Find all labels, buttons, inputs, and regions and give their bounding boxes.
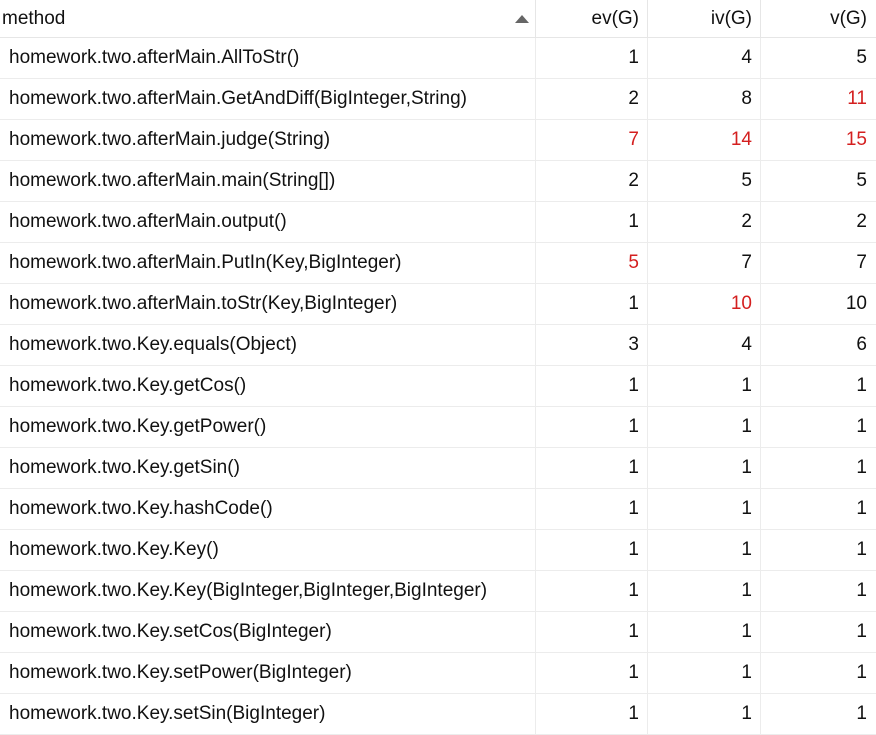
v-cell: 1 — [856, 662, 867, 683]
ev-cell: 3 — [536, 325, 648, 365]
table-row[interactable]: homework.two.afterMain.toStr(Key,BigInte… — [0, 284, 876, 325]
v-cell: 6 — [856, 334, 867, 355]
v-cell: 11 — [847, 88, 867, 109]
method-cell: homework.two.Key.Key() — [0, 530, 536, 570]
v-cell: 10 — [845, 293, 867, 314]
method-cell: homework.two.afterMain.judge(String) — [0, 120, 536, 160]
column-header-v[interactable]: v(G) — [761, 0, 876, 37]
table-body: homework.two.afterMain.AllToStr() 1 4 5 home… — [0, 38, 876, 735]
table-row[interactable]: homework.two.afterMain.AllToStr() 1 4 5 — [0, 38, 876, 79]
method-cell: homework.two.Key.Key(BigInteger,BigInteg… — [0, 571, 536, 611]
iv-cell: 14 — [648, 120, 761, 160]
v-cell: 1 — [856, 457, 867, 478]
v-cell: 5 — [856, 47, 867, 68]
ev-cell: 1 — [536, 366, 648, 406]
table-row[interactable]: homework.two.Key.getSin() 1 1 1 — [0, 448, 876, 489]
metrics-table: method ev(G) iv(G) v(G) homework.two.aft… — [0, 0, 876, 735]
iv-cell: 1 — [648, 366, 761, 406]
ev-cell: 1 — [536, 653, 648, 693]
v-cell: 1 — [856, 539, 867, 560]
table-row[interactable]: homework.two.Key.equals(Object) 3 4 6 — [0, 325, 876, 366]
method-cell: homework.two.Key.setCos(BigInteger) — [0, 612, 536, 652]
iv-cell: 1 — [648, 653, 761, 693]
method-cell: homework.two.Key.getCos() — [0, 366, 536, 406]
method-cell: homework.two.Key.hashCode() — [0, 489, 536, 529]
table-row[interactable]: homework.two.afterMain.main(String[]) 2 5 5 — [0, 161, 876, 202]
v-cell: 1 — [856, 375, 867, 396]
iv-cell: 1 — [648, 489, 761, 529]
v-cell: 1 — [856, 703, 867, 724]
v-cell: 1 — [856, 416, 867, 437]
ev-cell: 1 — [536, 489, 648, 529]
column-header-ev-label: ev(G) — [591, 7, 640, 29]
method-cell: homework.two.afterMain.toStr(Key,BigInte… — [0, 284, 536, 324]
sort-ascending-icon[interactable] — [515, 14, 529, 23]
column-header-method-label: method — [2, 7, 66, 29]
table-row[interactable]: homework.two.Key.Key() 1 1 1 — [0, 530, 876, 571]
iv-cell: 7 — [648, 243, 761, 283]
ev-cell: 5 — [536, 243, 648, 283]
table-row[interactable]: homework.two.Key.setPower(BigInteger) 1 1 1 — [0, 653, 876, 694]
iv-cell: 8 — [648, 79, 761, 119]
ev-cell: 2 — [536, 79, 648, 119]
ev-cell: 1 — [536, 407, 648, 447]
table-row[interactable]: homework.two.afterMain.GetAndDiff(BigInt… — [0, 79, 876, 120]
v-cell: 1 — [856, 621, 867, 642]
table-row[interactable]: homework.two.afterMain.output() 1 2 2 — [0, 202, 876, 243]
iv-cell: 5 — [648, 161, 761, 201]
v-cell: 1 — [856, 498, 867, 519]
ev-cell: 1 — [536, 612, 648, 652]
table-row[interactable]: homework.two.Key.setCos(BigInteger) 1 1 1 — [0, 612, 876, 653]
ev-cell: 1 — [536, 694, 648, 734]
column-header-method[interactable]: method — [0, 0, 536, 37]
ev-cell: 1 — [536, 284, 648, 324]
iv-cell: 1 — [648, 571, 761, 611]
method-cell: homework.two.afterMain.output() — [0, 202, 536, 242]
method-cell: homework.two.Key.getPower() — [0, 407, 536, 447]
method-cell: homework.two.afterMain.GetAndDiff(BigInt… — [0, 79, 536, 119]
method-cell: homework.two.afterMain.PutIn(Key,BigInte… — [0, 243, 536, 283]
column-header-iv-label: iv(G) — [710, 7, 752, 29]
ev-cell: 1 — [536, 202, 648, 242]
table-row[interactable]: homework.two.Key.hashCode() 1 1 1 — [0, 489, 876, 530]
table-header: method ev(G) iv(G) v(G) — [0, 0, 876, 38]
column-header-v-label: v(G) — [830, 7, 867, 29]
iv-cell: 10 — [648, 284, 761, 324]
ev-cell: 1 — [536, 530, 648, 570]
column-header-ev[interactable]: ev(G) — [536, 0, 648, 37]
method-cell: homework.two.Key.equals(Object) — [0, 325, 536, 365]
ev-cell: 1 — [536, 571, 648, 611]
v-cell: 2 — [856, 211, 867, 232]
ev-cell: 1 — [536, 38, 648, 78]
iv-cell: 1 — [648, 407, 761, 447]
table-row[interactable]: homework.two.afterMain.judge(String) 7 14 1… — [0, 120, 876, 161]
iv-cell: 1 — [648, 612, 761, 652]
column-header-iv[interactable]: iv(G) — [648, 0, 761, 37]
v-cell: 1 — [856, 580, 867, 601]
iv-cell: 1 — [648, 448, 761, 488]
method-cell: homework.two.Key.getSin() — [0, 448, 536, 488]
v-cell: 5 — [856, 170, 867, 191]
table-row[interactable]: homework.two.Key.getCos() 1 1 1 — [0, 366, 876, 407]
iv-cell: 2 — [648, 202, 761, 242]
table-row[interactable]: homework.two.afterMain.PutIn(Key,BigInte… — [0, 243, 876, 284]
iv-cell: 4 — [648, 325, 761, 365]
iv-cell: 1 — [648, 530, 761, 570]
table-row[interactable]: homework.two.Key.Key(BigInteger,BigInteg… — [0, 571, 876, 612]
method-cell: homework.two.afterMain.AllToStr() — [0, 38, 536, 78]
v-cell: 7 — [856, 252, 867, 273]
iv-cell: 1 — [648, 694, 761, 734]
table-row[interactable]: homework.two.Key.getPower() 1 1 1 — [0, 407, 876, 448]
ev-cell: 2 — [536, 161, 648, 201]
table-row[interactable]: homework.two.Key.setSin(BigInteger) 1 1 1 — [0, 694, 876, 735]
method-cell: homework.two.Key.setPower(BigInteger) — [0, 653, 536, 693]
v-cell: 15 — [845, 129, 867, 150]
ev-cell: 7 — [536, 120, 648, 160]
ev-cell: 1 — [536, 448, 648, 488]
method-cell: homework.two.afterMain.main(String[]) — [0, 161, 536, 201]
iv-cell: 4 — [648, 38, 761, 78]
method-cell: homework.two.Key.setSin(BigInteger) — [0, 694, 536, 734]
